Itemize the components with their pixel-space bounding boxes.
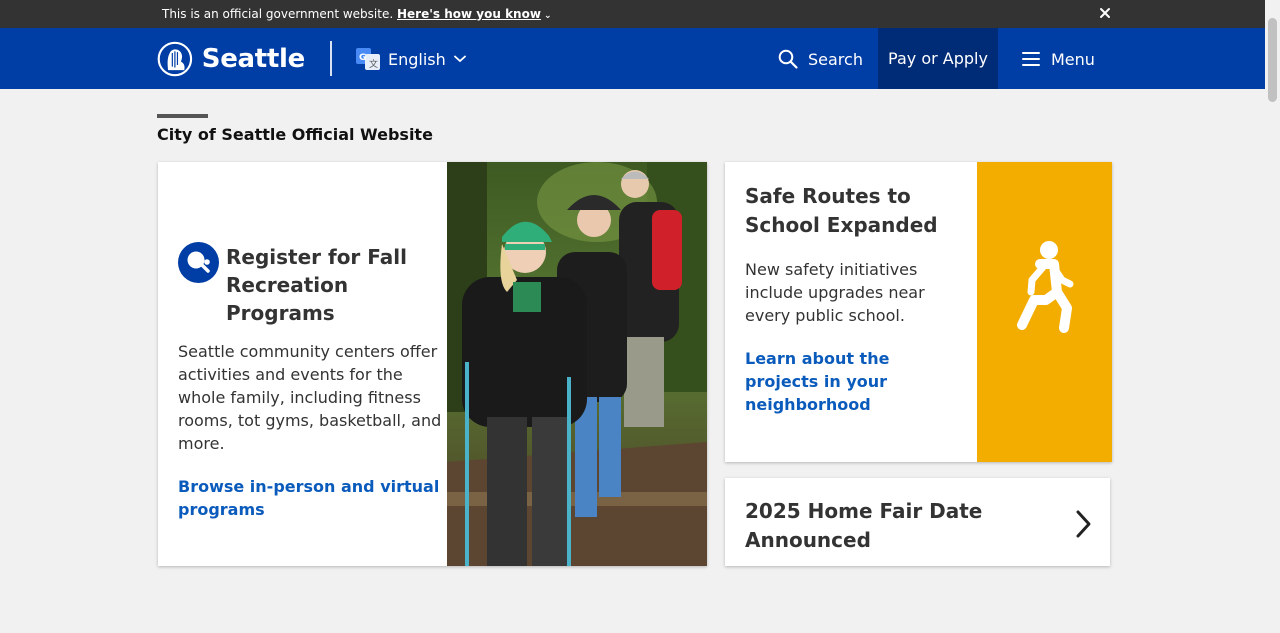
language-label: English xyxy=(388,49,446,69)
site-header: Seattle G 文 English Search Pay or Apply … xyxy=(0,28,1265,89)
google-translate-icon: G 文 xyxy=(356,48,380,70)
feature-title[interactable]: Register for Fall Recreation Programs xyxy=(226,243,443,327)
chevron-down-icon: ⌄ xyxy=(543,11,552,21)
feature-card-home-fair[interactable]: 2025 Home Fair Date Announced xyxy=(725,478,1110,566)
learn-projects-link[interactable]: Learn about the projects in your neighbo… xyxy=(745,347,965,416)
svg-text:文: 文 xyxy=(369,58,378,70)
ping-pong-icon xyxy=(178,242,219,283)
header-divider xyxy=(330,41,332,76)
chevron-right-icon xyxy=(1076,510,1091,538)
walking-person-icon xyxy=(1017,241,1074,333)
safe-routes-title[interactable]: Safe Routes to School Expanded xyxy=(745,182,965,240)
logo-wordmark: Seattle xyxy=(201,44,306,74)
svg-text:G: G xyxy=(359,53,366,63)
hamburger-menu-icon xyxy=(1022,52,1040,66)
feature-description: Seattle community centers offer activiti… xyxy=(178,342,442,453)
hikers-photo xyxy=(447,162,707,566)
search-button[interactable]: Search xyxy=(778,47,863,71)
scrollbar-thumb[interactable] xyxy=(1268,18,1277,102)
safe-routes-description: New safety initiatives include upgrades … xyxy=(745,260,925,325)
pay-or-apply-button[interactable]: Pay or Apply xyxy=(878,28,998,89)
menu-label: Menu xyxy=(1051,49,1095,69)
page-title: City of Seattle Official Website xyxy=(157,125,433,144)
language-selector[interactable]: G 文 English xyxy=(356,47,466,71)
feature-card-recreation: Register for Fall Recreation Programs Se… xyxy=(158,162,707,566)
home-fair-title: 2025 Home Fair Date Announced xyxy=(745,499,983,552)
title-accent-bar xyxy=(157,114,208,118)
feature-heading: Register for Fall Recreation Programs xyxy=(178,242,443,327)
feature-card-safe-routes: Safe Routes to School Expanded New safet… xyxy=(725,162,1112,462)
safe-routes-icon-panel xyxy=(977,162,1112,462)
page-scrollbar[interactable] xyxy=(1265,0,1280,633)
official-site-message: This is an official government website. xyxy=(162,7,394,21)
seattle-logo-link[interactable]: Seattle xyxy=(157,38,305,80)
seattle-seal-icon xyxy=(157,41,193,77)
browse-programs-link[interactable]: Browse in-person and virtual programs xyxy=(178,475,443,521)
chevron-down-icon xyxy=(453,55,466,63)
safe-routes-text: Safe Routes to School Expanded New safet… xyxy=(745,182,965,416)
official-site-banner: This is an official government website. … xyxy=(0,0,1265,28)
search-icon xyxy=(778,49,798,69)
official-site-text: This is an official government website. … xyxy=(162,6,551,24)
hikers-photo-illustration xyxy=(447,162,707,566)
feature-text: Register for Fall Recreation Programs Se… xyxy=(178,242,443,521)
menu-button[interactable]: Menu xyxy=(1021,47,1095,71)
search-label: Search xyxy=(808,49,863,69)
heres-how-you-know-link[interactable]: Here's how you know ⌄ xyxy=(397,7,551,21)
close-icon[interactable] xyxy=(1097,5,1113,21)
